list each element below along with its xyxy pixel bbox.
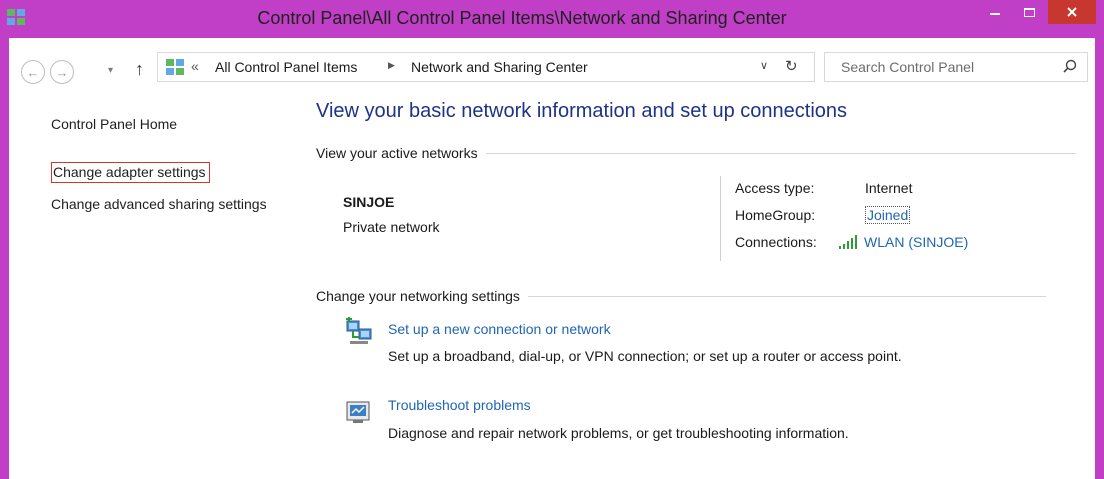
minimize-icon [990,13,1000,15]
breadcrumb-all-control-panel-items[interactable]: All Control Panel Items [215,59,357,75]
network-sharing-center-window: Control Panel\All Control Panel Items\Ne… [0,0,1104,479]
refresh-icon[interactable]: ↻ [785,57,798,75]
troubleshoot-description: Diagnose and repair network problems, or… [388,425,849,441]
network-type: Private network [343,219,440,235]
breadcrumb-overflow-button[interactable]: « [191,58,199,74]
breadcrumb-network-sharing-center[interactable]: Network and Sharing Center [411,59,588,75]
back-arrow-icon: ← [26,64,40,80]
forward-button[interactable]: → [50,60,74,84]
content-area: Control Panel Home Change adapter settin… [9,98,1095,479]
title-bar[interactable]: Control Panel\All Control Panel Items\Ne… [0,0,1104,38]
access-type-value: Internet [865,180,913,196]
new-connection-icon[interactable] [344,317,374,347]
control-panel-icon [166,59,184,75]
setup-connection-link[interactable]: Set up a new connection or network [388,321,611,337]
connections-label: Connections: [735,234,817,250]
active-networks-label: View your active networks [316,145,478,161]
troubleshoot-icon[interactable] [344,397,374,427]
recent-locations-dropdown[interactable]: ▾ [108,65,113,76]
window-title: Control Panel\All Control Panel Items\Ne… [257,8,787,28]
up-arrow-icon: ↑ [135,59,144,79]
access-type-label: Access type: [735,180,815,196]
change-settings-header: Change your networking settings [316,288,1046,304]
up-button[interactable]: ↑ [135,59,144,80]
homegroup-value[interactable]: Joined [865,206,911,224]
minimize-button[interactable] [980,0,1010,24]
section-divider [485,152,1076,154]
back-button[interactable]: ← [21,60,45,84]
address-dropdown-icon[interactable]: ∨ [760,59,768,72]
page-title: View your basic network information and … [316,100,848,122]
wifi-signal-icon [839,235,857,249]
homegroup-label: HomeGroup: [735,207,816,223]
close-button[interactable] [1048,0,1096,24]
forward-arrow-icon: → [55,64,69,80]
close-icon [1067,7,1077,17]
maximize-button[interactable] [1014,0,1044,24]
homegroup-link[interactable]: Joined [865,206,911,224]
sidebar-item-control-panel-home[interactable]: Control Panel Home [51,115,177,134]
chevron-down-icon: ▾ [108,65,114,76]
vertical-divider [720,176,721,261]
breadcrumb-separator-icon[interactable]: ▶ [388,60,395,71]
change-settings-label: Change your networking settings [316,288,520,304]
maximize-icon [1023,7,1035,17]
sidebar-item-change-adapter-settings[interactable]: Change adapter settings [51,162,210,183]
section-divider [527,295,1046,297]
active-networks-header: View your active networks [316,145,1076,161]
address-bar[interactable]: « All Control Panel Items ▶ Network and … [157,52,815,82]
network-name: SINJOE [343,194,395,210]
search-placeholder: Search Control Panel [841,59,975,75]
search-icon[interactable] [1063,59,1077,73]
navigation-bar: ← → ▾ ↑ « All Control Panel Items ▶ Netw… [9,38,1095,98]
troubleshoot-link[interactable]: Troubleshoot problems [388,397,531,413]
setup-connection-description: Set up a broadband, dial-up, or VPN conn… [388,348,902,364]
wlan-connection-link[interactable]: WLAN (SINJOE) [864,234,968,250]
sidebar-item-change-advanced-sharing[interactable]: Change advanced sharing settings [51,195,271,214]
search-input[interactable]: Search Control Panel [824,52,1088,82]
